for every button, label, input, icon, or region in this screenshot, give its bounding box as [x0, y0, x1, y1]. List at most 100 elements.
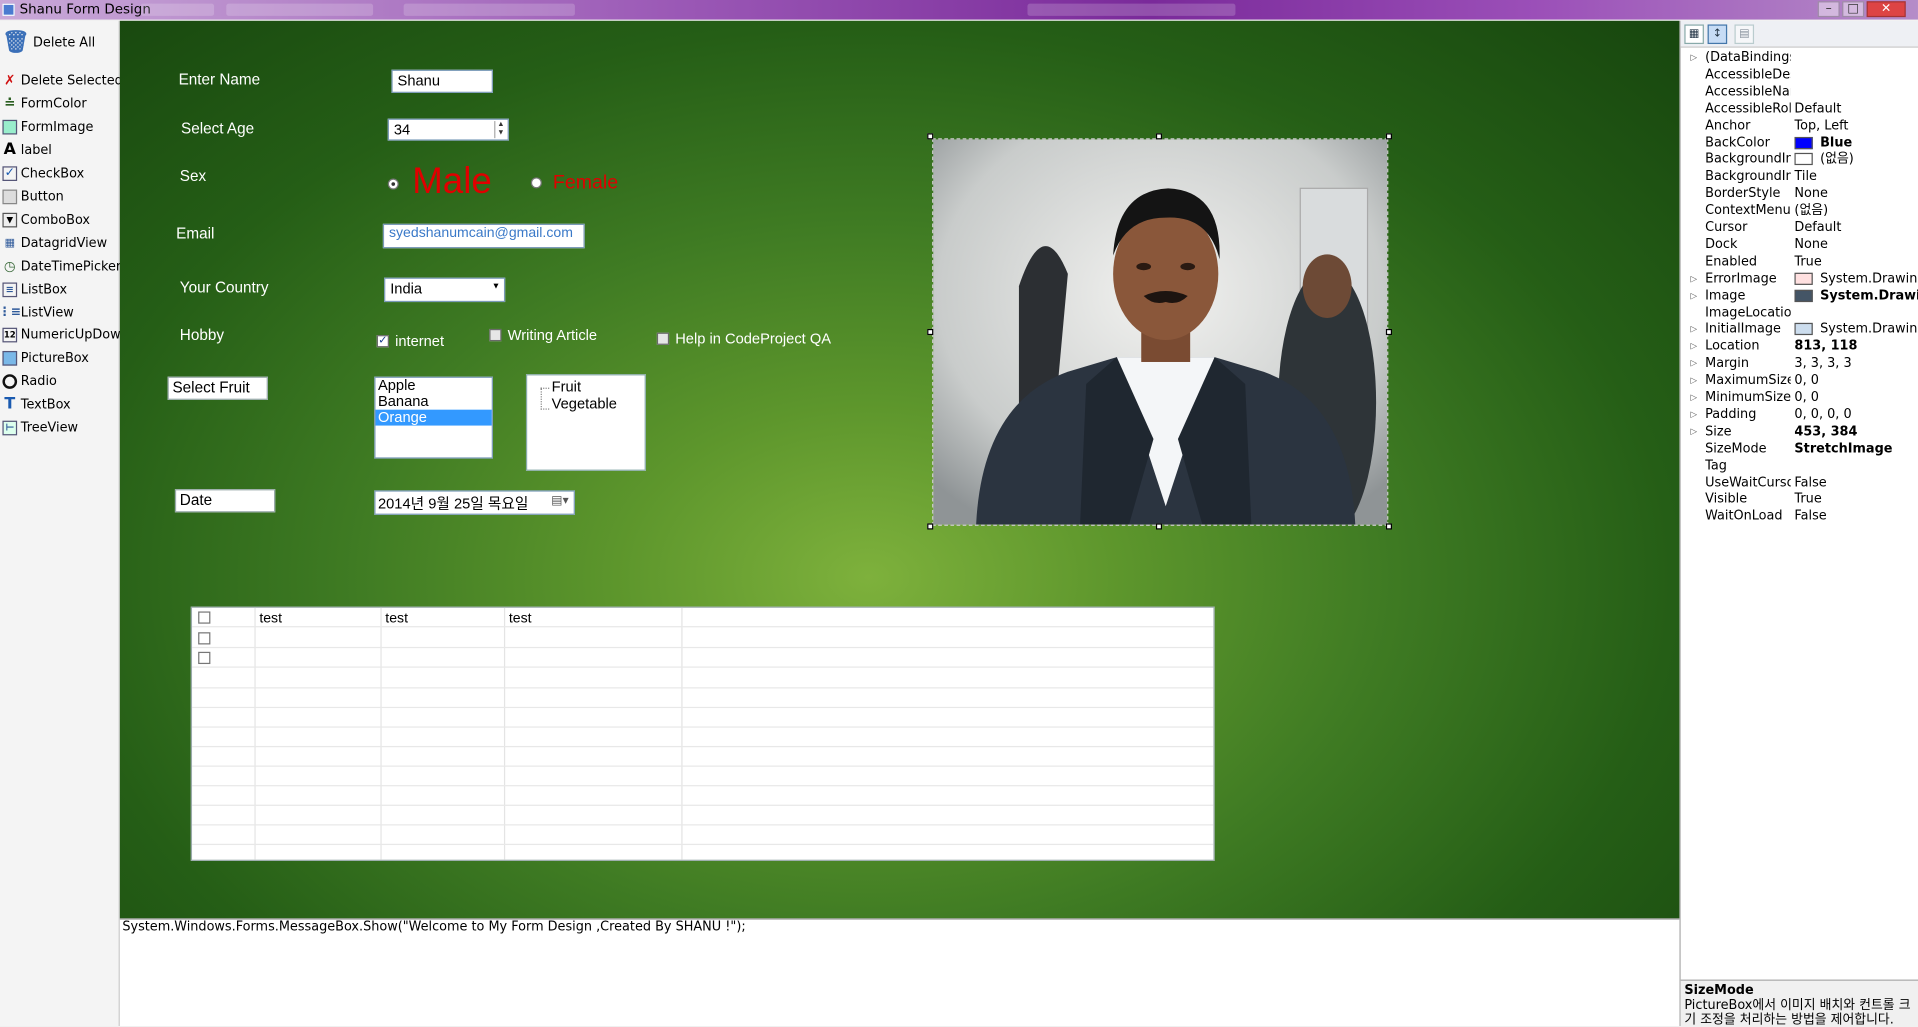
- spin-arrows-icon[interactable]: ▲ ▼: [494, 121, 506, 139]
- tree-node[interactable]: Fruit: [552, 378, 581, 395]
- table-row[interactable]: [192, 629, 1214, 649]
- expand-arrow-icon[interactable]: ▷: [1690, 423, 1697, 440]
- table-row[interactable]: [192, 648, 1214, 668]
- property-row[interactable]: WaitOnLoad False: [1681, 508, 1918, 525]
- alphabetical-icon[interactable]: ↕: [1707, 24, 1728, 45]
- property-value[interactable]: (없음): [1794, 151, 1918, 168]
- list-item[interactable]: Apple: [376, 377, 492, 394]
- property-value[interactable]: True: [1794, 491, 1918, 508]
- toolbox-delete-selected[interactable]: ✗ Delete Selected: [2, 71, 123, 91]
- male-radio[interactable]: [387, 178, 399, 190]
- chevron-down-icon[interactable]: ▼: [492, 282, 500, 291]
- property-value[interactable]: None: [1794, 236, 1918, 253]
- list-item-selected[interactable]: Orange: [375, 409, 492, 426]
- property-value[interactable]: 813, 118: [1794, 338, 1918, 355]
- property-row[interactable]: ContextMenuS (없음): [1681, 202, 1918, 219]
- property-row[interactable]: ▷ MaximumSize 0, 0: [1681, 372, 1918, 389]
- property-value[interactable]: 0, 0, 0, 0: [1794, 406, 1918, 423]
- female-radio[interactable]: [530, 177, 542, 189]
- property-row[interactable]: ▷ (DataBindings): [1681, 49, 1918, 66]
- property-value[interactable]: StretchImage: [1794, 440, 1918, 457]
- table-row[interactable]: [192, 747, 1214, 767]
- expand-arrow-icon[interactable]: ▷: [1690, 49, 1697, 66]
- property-row[interactable]: Visible True: [1681, 491, 1918, 508]
- toolbox-formimage[interactable]: FormImage: [2, 117, 93, 137]
- property-row[interactable]: ▷ Margin 3, 3, 3, 3: [1681, 355, 1918, 372]
- property-pages-icon[interactable]: ▤: [1734, 24, 1755, 45]
- table-row[interactable]: [192, 806, 1214, 826]
- data-grid-view[interactable]: test test test: [190, 606, 1215, 861]
- property-row[interactable]: SizeMode StretchImage: [1681, 440, 1918, 457]
- property-value[interactable]: None: [1794, 185, 1918, 202]
- table-row[interactable]: [192, 845, 1213, 860]
- property-value[interactable]: Default: [1794, 219, 1918, 236]
- property-row[interactable]: AccessibleRol Default: [1681, 100, 1918, 117]
- property-value[interactable]: (없음): [1794, 202, 1918, 219]
- property-value[interactable]: System.Drawing.I: [1794, 270, 1918, 287]
- property-value[interactable]: False: [1794, 474, 1918, 491]
- resize-handle[interactable]: [1385, 523, 1393, 530]
- toolbox-picturebox[interactable]: PictureBox: [2, 349, 89, 369]
- property-row[interactable]: UseWaitCursor False: [1681, 474, 1918, 491]
- property-row[interactable]: ▷ Location 813, 118: [1681, 338, 1918, 355]
- fruit-listbox[interactable]: Apple Banana Orange: [374, 376, 493, 459]
- property-value[interactable]: 3, 3, 3, 3: [1794, 355, 1918, 372]
- toolbox-formcolor[interactable]: ≐ FormColor: [2, 94, 87, 114]
- table-row[interactable]: [192, 669, 1214, 689]
- category-treeview[interactable]: Fruit Vegetable: [525, 374, 646, 471]
- property-value[interactable]: Blue: [1794, 134, 1918, 151]
- toolbox-button[interactable]: Button: [2, 187, 64, 207]
- list-item[interactable]: Banana: [376, 393, 492, 410]
- row-checkbox[interactable]: [198, 651, 211, 665]
- tree-node[interactable]: Vegetable: [552, 395, 617, 412]
- grid-cell[interactable]: test: [385, 611, 408, 626]
- property-row[interactable]: ▷ MinimumSize 0, 0: [1681, 389, 1918, 406]
- toolbox-listview[interactable]: ⋮≡ ListView: [0, 303, 74, 323]
- internet-checkbox[interactable]: ✓: [376, 335, 389, 348]
- table-row[interactable]: [192, 688, 1214, 709]
- internet-label[interactable]: internet: [395, 333, 444, 350]
- writing-label[interactable]: Writing Article: [508, 327, 597, 344]
- toolbox-textbox[interactable]: T TextBox: [2, 395, 70, 415]
- help-checkbox[interactable]: [656, 332, 670, 345]
- help-label[interactable]: Help in CodeProject QA: [675, 330, 831, 347]
- property-row[interactable]: ▷ InitialImage System.Drawing.I: [1681, 321, 1918, 338]
- maximize-button[interactable]: □: [1842, 1, 1865, 18]
- resize-handle[interactable]: [1385, 328, 1393, 336]
- property-value[interactable]: 0, 0: [1794, 372, 1918, 389]
- toolbox-delete-all[interactable]: 🗑 Delete All: [2, 31, 95, 53]
- toolbox-combobox[interactable]: ▼ ComboBox: [2, 210, 90, 230]
- property-row[interactable]: ImageLocation: [1681, 304, 1918, 321]
- toolbox-label-tool[interactable]: A label: [2, 141, 52, 161]
- property-row[interactable]: ▷ ErrorImage System.Drawing.I: [1681, 270, 1918, 287]
- table-row[interactable]: [192, 767, 1214, 787]
- country-combobox[interactable]: India ▼: [384, 277, 506, 303]
- property-row[interactable]: ▷ Size 453, 384: [1681, 423, 1918, 440]
- female-label[interactable]: Female: [553, 172, 618, 194]
- minimize-button[interactable]: –: [1817, 1, 1840, 18]
- property-row[interactable]: BorderStyle None: [1681, 185, 1918, 202]
- property-row[interactable]: Dock None: [1681, 236, 1918, 253]
- expand-arrow-icon[interactable]: ▷: [1690, 287, 1697, 304]
- expand-arrow-icon[interactable]: ▷: [1690, 270, 1697, 287]
- resize-handle[interactable]: [1155, 523, 1163, 530]
- expand-arrow-icon[interactable]: ▷: [1690, 406, 1697, 423]
- property-value[interactable]: System.Drawin: [1794, 287, 1918, 304]
- grid-cell[interactable]: test: [509, 611, 532, 626]
- property-value[interactable]: Default: [1794, 100, 1918, 117]
- toolbox-treeview[interactable]: ⊢ TreeView: [2, 418, 78, 438]
- property-row[interactable]: ▷ Image System.Drawin: [1681, 287, 1918, 304]
- property-row[interactable]: AccessibleDes: [1681, 66, 1918, 83]
- property-value[interactable]: Top, Left: [1794, 117, 1918, 134]
- resize-handle[interactable]: [927, 523, 934, 530]
- property-row[interactable]: BackColor Blue: [1681, 134, 1918, 151]
- expand-arrow-icon[interactable]: ▷: [1690, 338, 1697, 355]
- property-row[interactable]: Cursor Default: [1681, 219, 1918, 236]
- close-button[interactable]: ✕: [1866, 1, 1906, 18]
- toolbox-radio[interactable]: Radio: [2, 372, 57, 392]
- table-row[interactable]: [192, 728, 1214, 748]
- property-value[interactable]: System.Drawing.I: [1794, 321, 1918, 338]
- property-value[interactable]: 453, 384: [1794, 423, 1918, 440]
- toolbox-listbox[interactable]: ≡ ListBox: [2, 280, 67, 300]
- table-row[interactable]: [192, 786, 1214, 806]
